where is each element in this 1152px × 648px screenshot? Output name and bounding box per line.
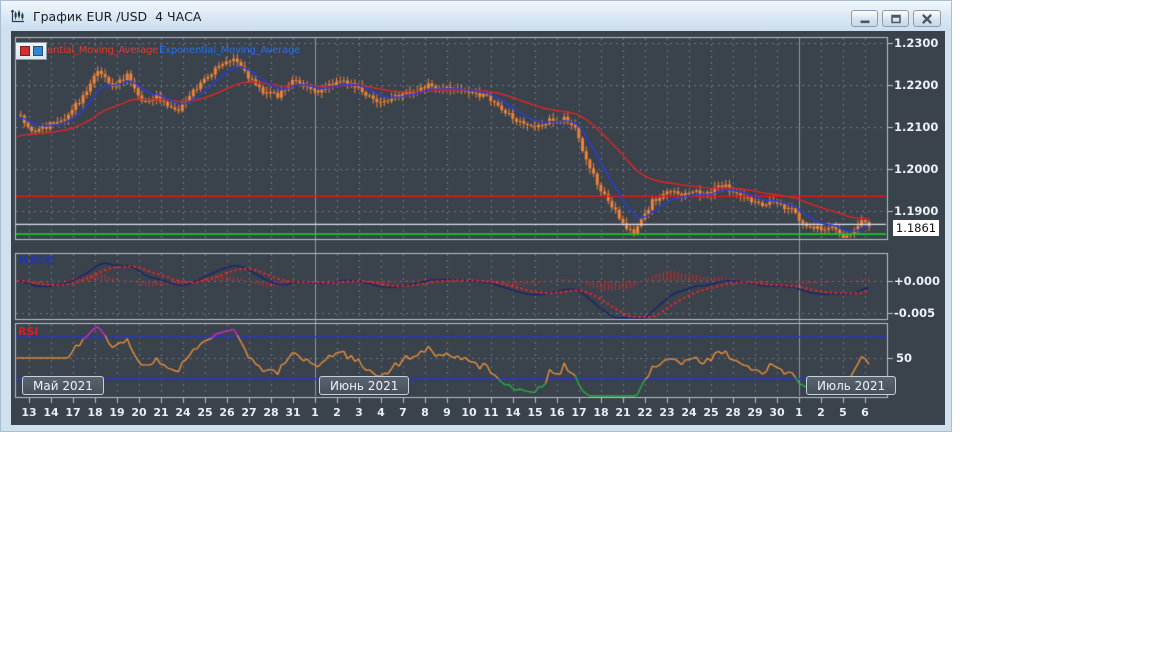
desktop: График EUR /USD 4 ЧАСА Exponential_Movin…	[0, 0, 1152, 648]
current-price-box: 1.1861	[893, 220, 939, 236]
legend-ema-blue-label: Exponential_Moving_Average	[159, 45, 301, 56]
month-label-may: Май 2021	[22, 376, 104, 395]
chart-app-icon	[9, 7, 27, 25]
restore-icon	[890, 14, 901, 23]
restore-button[interactable]	[882, 10, 909, 27]
minimize-button[interactable]	[851, 10, 878, 27]
ema-red-swatch-icon	[19, 46, 30, 56]
close-icon	[922, 13, 932, 24]
window-controls	[851, 10, 941, 27]
macd-panel-label: MACD	[18, 254, 55, 267]
close-button[interactable]	[913, 10, 941, 27]
minimize-icon	[860, 20, 869, 23]
rsi-panel-label: RSI	[18, 325, 39, 338]
month-label-june: Июнь 2021	[319, 376, 410, 395]
chart-window: График EUR /USD 4 ЧАСА Exponential_Movin…	[0, 0, 952, 432]
price-chart-canvas[interactable]	[11, 31, 945, 425]
legend-swatches	[15, 42, 47, 60]
title-bar[interactable]: График EUR /USD 4 ЧАСА	[1, 1, 951, 31]
window-title: График EUR /USD 4 ЧАСА	[33, 8, 202, 24]
ema-blue-swatch-icon	[32, 46, 43, 56]
month-label-july: Июль 2021	[806, 376, 897, 395]
